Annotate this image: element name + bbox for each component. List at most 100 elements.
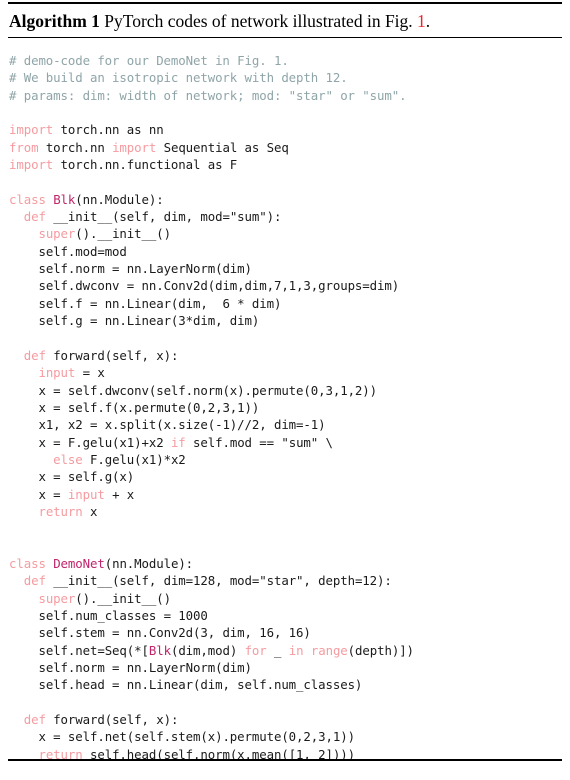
- code-token-plain: self.head = nn.Linear(dim, self.num_clas…: [38, 677, 363, 693]
- code-token-comment: # We build an isotropic network with dep…: [9, 70, 348, 86]
- code-token-plain: x = self.f(x.permute(0,2,3,1)): [38, 399, 260, 415]
- code-token-plain: (depth)]): [347, 642, 414, 658]
- code-token-kw: return: [38, 503, 83, 519]
- figure-reference-link[interactable]: 1: [417, 11, 426, 31]
- code-token-plain: self.f = nn.Linear(dim, 6 * dim): [38, 295, 282, 311]
- code-token-plain: self.num_classes = 1000: [38, 608, 208, 623]
- code-token-cls: Blk: [148, 642, 171, 658]
- code-token-cls: Blk: [53, 191, 76, 207]
- code-line: self.net=Seq(*[Blk(dim,mod) for _ in ran…: [9, 642, 565, 659]
- code-token-plain: self.g = nn.Linear(3*dim, dim): [38, 313, 260, 329]
- code-token-plain: = x: [75, 365, 105, 381]
- code-line: class Blk(nn.Module):: [9, 191, 565, 208]
- code-line: class DemoNet(nn.Module):: [9, 555, 565, 572]
- algorithm-caption: Algorithm 1 PyTorch codes of network ill…: [9, 9, 430, 33]
- code-token-plain: ().__init__(): [75, 590, 171, 606]
- code-token-plain: self.dwconv = nn.Conv2d(dim,dim,7,1,3,gr…: [38, 278, 400, 294]
- code-listing: # demo-code for our DemoNet in Fig. 1. # …: [9, 52, 565, 763]
- code-token-plain: + x: [104, 486, 135, 502]
- code-line: x = self.net(self.stem(x).permute(0,2,3,…: [9, 728, 565, 745]
- code-token-plain: x =: [38, 486, 68, 502]
- code-line: # params: dim: width of network; mod: "s…: [9, 87, 565, 104]
- code-token-comment: # params: dim: width of network; mod: "s…: [9, 87, 407, 103]
- code-token-plain: self.stem = nn.Conv2d(3, dim, 16, 16): [38, 625, 311, 641]
- code-token-plain: torch.nn as nn: [53, 122, 164, 138]
- code-line: super().__init__(): [9, 590, 565, 607]
- code-line: self.norm = nn.LayerNorm(dim): [9, 260, 565, 277]
- code-line: x = self.dwconv(self.norm(x).permute(0,3…: [9, 382, 565, 399]
- code-line: def __init__(self, dim, mod="sum"):: [9, 208, 565, 225]
- code-line: from torch.nn import Sequential as Seq: [9, 139, 565, 156]
- code-token-plain: Sequential as Seq: [156, 139, 289, 155]
- code-token-plain: F.gelu(x1)*x2: [82, 451, 186, 467]
- code-line: self.num_classes = 1000: [9, 607, 565, 624]
- code-token-comment: # demo-code for our DemoNet in Fig. 1.: [9, 53, 289, 68]
- code-token-plain: x = F.gelu(x1)+x2: [38, 434, 171, 450]
- code-line: x = input + x: [9, 486, 565, 503]
- code-line: def __init__(self, dim=128, mod="star", …: [9, 572, 565, 589]
- code-token-kw: class: [9, 191, 46, 207]
- code-token-kw: import: [9, 122, 54, 138]
- code-token-plain: forward(self, x):: [45, 347, 179, 363]
- code-token-kw: class: [9, 555, 46, 571]
- code-token-kw: for: [244, 642, 267, 658]
- algorithm-top-rule: [8, 2, 562, 4]
- code-token-plain: forward(self, x):: [45, 712, 179, 728]
- code-line: # demo-code for our DemoNet in Fig. 1.: [9, 52, 565, 69]
- code-token-plain: self.norm = nn.LayerNorm(dim): [38, 261, 252, 277]
- code-token-plain: __init__(self, dim, mod="sum"):: [45, 209, 282, 225]
- code-line: self.stem = nn.Conv2d(3, dim, 16, 16): [9, 624, 565, 641]
- code-token-kw: import: [9, 157, 54, 173]
- code-line: x1, x2 = x.split(x.size(-1)//2, dim=-1): [9, 416, 565, 433]
- code-line: else F.gelu(x1)*x2: [9, 451, 565, 468]
- algorithm-block: Algorithm 1 PyTorch codes of network ill…: [0, 0, 570, 780]
- code-token-kw: import: [112, 139, 157, 155]
- code-token-plain: self.mod == "sum" \: [185, 434, 333, 450]
- code-token-kw: range: [310, 642, 348, 658]
- code-line: self.norm = nn.LayerNorm(dim): [9, 659, 565, 676]
- code-line: self.dwconv = nn.Conv2d(dim,dim,7,1,3,gr…: [9, 277, 565, 294]
- code-token-plain: (dim,mod): [170, 642, 245, 658]
- code-token-plain: torch.nn: [38, 139, 113, 155]
- code-token-plain: _: [266, 642, 289, 658]
- code-token-plain: self.net=Seq(*[: [38, 642, 149, 658]
- code-line: super().__init__(): [9, 225, 565, 242]
- code-token-plain: torch.nn.functional as F: [53, 157, 238, 173]
- code-token-kw: else: [53, 451, 83, 467]
- code-token-plain: x1, x2 = x.split(x.size(-1)//2, dim=-1): [38, 417, 326, 433]
- code-token-kw: input: [38, 365, 76, 381]
- code-line: self.head = nn.Linear(dim, self.num_clas…: [9, 676, 565, 693]
- code-line: self.f = nn.Linear(dim, 6 * dim): [9, 295, 565, 312]
- code-line: input = x: [9, 364, 565, 381]
- code-token-kw: super: [38, 590, 76, 606]
- code-line: self.g = nn.Linear(3*dim, dim): [9, 312, 565, 329]
- algorithm-caption-text-end: .: [425, 11, 431, 31]
- code-line: # We build an isotropic network with dep…: [9, 69, 565, 86]
- code-token-kw: def: [23, 209, 46, 225]
- code-line: def forward(self, x):: [9, 711, 565, 728]
- code-token-plain: ().__init__(): [75, 226, 171, 242]
